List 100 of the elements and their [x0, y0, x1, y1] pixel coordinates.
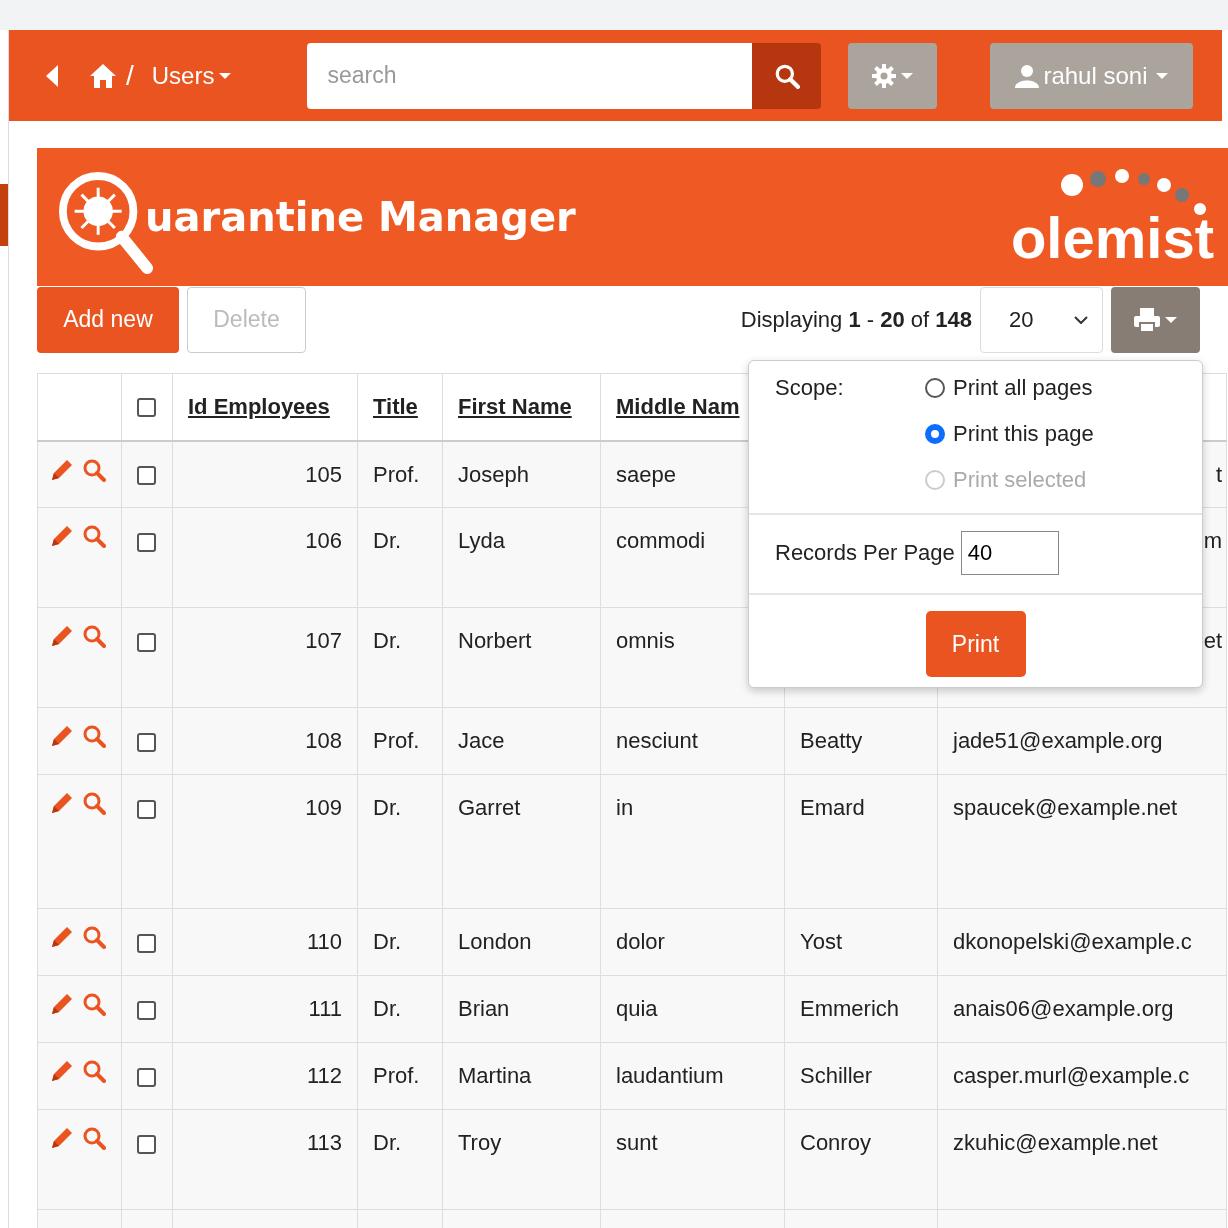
- pencil-icon[interactable]: [50, 457, 74, 482]
- table-cell: jade51@example.org: [953, 728, 1163, 753]
- row-checkbox[interactable]: [137, 532, 156, 552]
- pencil-icon[interactable]: [50, 724, 74, 748]
- table-cell: Prof.: [373, 461, 420, 487]
- search-icon[interactable]: [82, 524, 106, 548]
- page-size-select[interactable]: 20: [980, 286, 1103, 353]
- record-count: Displaying 1 - 20 of 148: [740, 306, 972, 333]
- scope-radio-option[interactable]: Print this page: [925, 421, 1094, 447]
- search-icon[interactable]: [82, 791, 106, 815]
- table-cell: Dr.: [373, 628, 402, 653]
- table-cell: Jace: [458, 728, 505, 753]
- table-cell: in: [616, 795, 634, 820]
- row-checkbox[interactable]: [137, 1000, 156, 1020]
- settings-button[interactable]: [848, 42, 938, 109]
- caret-icon: [1156, 72, 1169, 79]
- table-cell: 106: [305, 528, 342, 553]
- brand-logo-text: olemist: [1010, 209, 1214, 267]
- pencil-icon[interactable]: [50, 624, 74, 648]
- search-icon[interactable]: [82, 624, 106, 648]
- table-cell: 110: [306, 929, 342, 954]
- table-cell: Yost: [800, 929, 842, 954]
- table-cell: Lyda: [458, 528, 505, 553]
- table-cell: Dr.: [373, 528, 402, 553]
- search-icon[interactable]: [82, 992, 106, 1016]
- search-button[interactable]: [752, 42, 822, 109]
- table-cell: Troy: [458, 1130, 502, 1155]
- search-icon[interactable]: [82, 1126, 106, 1150]
- table-cell: 109: [305, 795, 342, 820]
- table-cell: Martina: [458, 1063, 532, 1088]
- table-cell: Dr.: [373, 1130, 402, 1155]
- table-cell: Prof.: [373, 728, 420, 753]
- search-icon[interactable]: [82, 457, 106, 482]
- home-icon[interactable]: [90, 63, 116, 88]
- row-checkbox[interactable]: [137, 632, 156, 652]
- table-cell: commodi: [616, 528, 706, 553]
- caret-icon: [901, 72, 914, 79]
- table-cell: 107: [305, 628, 342, 653]
- table-cell: London: [458, 929, 532, 954]
- table-cell: Norbert: [458, 628, 532, 653]
- pencil-icon[interactable]: [50, 925, 74, 949]
- back-icon[interactable]: [46, 64, 58, 87]
- table-cell: Prof.: [373, 1063, 420, 1088]
- table-cell: Beatty: [800, 728, 863, 753]
- table-cell: 111: [308, 996, 342, 1021]
- table-cell: 105: [305, 461, 342, 487]
- table-cell: 112: [306, 1063, 342, 1088]
- caret-icon: [1165, 316, 1177, 323]
- row-checkbox[interactable]: [137, 1134, 156, 1154]
- breadcrumb-separator: /: [126, 59, 134, 92]
- table-cell: dolor: [616, 929, 665, 954]
- pencil-icon[interactable]: [50, 1059, 74, 1083]
- table-cell: Dr.: [373, 795, 402, 820]
- user-icon: [1015, 63, 1040, 88]
- print-submit-button[interactable]: Print: [925, 611, 1026, 677]
- app-title: uarantine Manager: [145, 194, 576, 240]
- records-per-page-field[interactable]: 40: [960, 531, 1059, 575]
- table-cell: nesciunt: [616, 728, 698, 753]
- table-cell: dkonopelski@example.c: [953, 929, 1192, 954]
- search-icon[interactable]: [82, 1059, 106, 1083]
- search-field[interactable]: search: [307, 42, 753, 109]
- pencil-icon[interactable]: [50, 992, 74, 1016]
- table-cell: quia: [616, 996, 658, 1021]
- records-per-page-label: Records Per Page: [775, 540, 955, 566]
- table-cell: Conroy: [800, 1130, 871, 1155]
- table-cell: Dr.: [373, 996, 402, 1021]
- scope-label: Scope:: [775, 375, 845, 402]
- row-checkbox[interactable]: [137, 466, 156, 486]
- search-icon: [773, 62, 800, 89]
- search-icon[interactable]: [82, 724, 106, 748]
- row-checkbox[interactable]: [137, 933, 156, 953]
- pencil-icon[interactable]: [50, 791, 74, 815]
- table-cell: 108: [305, 728, 342, 753]
- caret-icon: [219, 72, 232, 79]
- pencil-icon[interactable]: [50, 524, 74, 548]
- section-dropdown[interactable]: Users: [151, 61, 232, 90]
- table-cell: m: [1203, 528, 1222, 553]
- row-checkbox[interactable]: [137, 799, 156, 819]
- table-cell: Emmerich: [800, 996, 899, 1021]
- table-cell: omnis: [616, 628, 675, 653]
- table-cell: anais06@example.org: [953, 996, 1174, 1021]
- print-button[interactable]: [1111, 286, 1200, 353]
- table-cell: Brian: [458, 996, 510, 1021]
- row-checkbox[interactable]: [137, 732, 156, 752]
- table-cell: Garret: [458, 795, 521, 820]
- scope-radio-option[interactable]: Print all pages: [925, 375, 1094, 401]
- table-cell: Schiller: [800, 1063, 873, 1088]
- table-cell: t: [1215, 461, 1222, 487]
- table-cell: spaucek@example.net: [953, 795, 1178, 820]
- table-cell: et: [1203, 628, 1222, 653]
- table-cell: Dr.: [373, 929, 402, 954]
- chevron-icon: [1074, 315, 1088, 324]
- table-cell: laudantium: [616, 1063, 724, 1088]
- select-all-checkbox[interactable]: [137, 398, 156, 418]
- table-cell: 113: [306, 1130, 342, 1155]
- row-checkbox[interactable]: [137, 1067, 156, 1087]
- search-icon[interactable]: [82, 925, 106, 949]
- add-new-button[interactable]: Add new: [37, 286, 179, 353]
- table-cell: Emard: [800, 795, 865, 820]
- pencil-icon[interactable]: [50, 1126, 74, 1150]
